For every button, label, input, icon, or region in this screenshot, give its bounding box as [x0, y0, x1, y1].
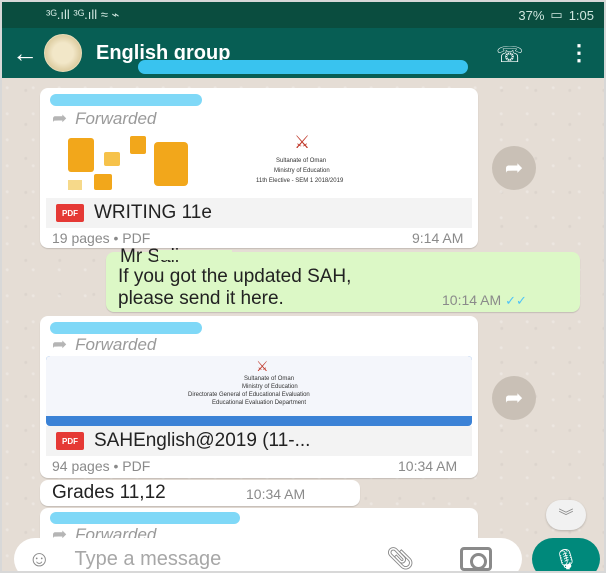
thumb-shape: [94, 174, 112, 190]
message-time: 9:14 AM: [412, 230, 464, 246]
group-avatar[interactable]: [44, 34, 82, 72]
add-call-icon[interactable]: ☏: [496, 42, 524, 68]
paperclip-icon[interactable]: 📎︎: [386, 546, 414, 571]
message-time: 10:34 AM: [246, 486, 306, 502]
message-text-content: Grades 11,12: [52, 482, 166, 503]
forward-arrow-icon: ➦: [52, 108, 68, 128]
message-time: 10:34 AM: [398, 458, 458, 474]
message-line-1: If you got the updated SAH,: [118, 266, 352, 287]
thumb-line-1: Sultanate of Oman: [244, 376, 295, 382]
thumb-line-3: Directorate General of Educational Evalu…: [188, 392, 310, 398]
message-input[interactable]: Type a message: [74, 548, 221, 571]
thumb-line-2: Ministry of Education: [242, 384, 298, 390]
document-file-row[interactable]: PDF SAHEnglish@2019 (11-...: [46, 426, 472, 456]
back-arrow-icon[interactable]: ←: [8, 38, 42, 69]
thumb-shape: [154, 142, 188, 186]
thumb-line-2: Ministry of Education: [274, 168, 330, 174]
pdf-icon: PDF: [56, 432, 84, 450]
scroll-down-icon[interactable]: ︾: [546, 500, 586, 530]
thumb-line-3: 11th Elective - SEM 1 2018/2019: [256, 178, 344, 184]
sender-redacted: [50, 322, 202, 334]
document-thumbnail[interactable]: ⚔ Sultanate of Oman Ministry of Educatio…: [46, 130, 472, 198]
chat-header[interactable]: ← English group ☏ ⋮: [2, 28, 604, 78]
message-time: 10:14 AM ✓✓: [442, 292, 527, 308]
document-file-row[interactable]: PDF WRITING 11e: [46, 198, 472, 228]
status-right: 37% ▭ 1:05: [518, 7, 594, 23]
forwarded-label: ➦ Forwarded: [52, 108, 157, 128]
more-vert-icon[interactable]: ⋮: [568, 40, 590, 66]
status-bar: ³ᴳ.ıll ³ᴳ.ıll ≈ ⌁ 37% ▭ 1:05: [2, 2, 604, 28]
message-document-sah[interactable]: ➦ Forwarded ⚔ Sultanate of Oman Ministry…: [40, 316, 478, 478]
message-document-writing[interactable]: ➦ Forwarded ⚔ Sultanate of Oman Ministry…: [40, 88, 478, 248]
oman-emblem-icon: ⚔: [294, 132, 311, 152]
message-outgoing[interactable]: Mr Sali If you got the updated SAH, plea…: [106, 246, 580, 312]
message-text[interactable]: Grades 11,12 10:34 AM: [40, 480, 360, 506]
battery-icon: ▭: [550, 7, 563, 22]
sender-redacted: [50, 512, 240, 524]
clock: 1:05: [568, 7, 594, 23]
document-meta: 94 pages • PDF: [52, 458, 151, 474]
forward-arrow-icon: ➦: [52, 334, 68, 354]
thumb-shape: [104, 152, 120, 166]
message-line-2: please send it here.: [118, 288, 284, 309]
members-redacted: [138, 60, 468, 74]
camera-icon[interactable]: [460, 547, 492, 571]
read-ticks-icon: ✓✓: [505, 293, 527, 308]
thumb-shape: [68, 180, 82, 190]
share-forward-icon[interactable]: ➦: [492, 146, 536, 190]
thumb-line-4: Educational Evaluation Department: [212, 400, 307, 406]
sender-redacted: [158, 250, 232, 260]
pdf-icon: PDF: [56, 204, 84, 222]
oman-emblem-icon: ⚔: [256, 358, 269, 374]
emoji-icon[interactable]: ☺: [28, 546, 50, 571]
document-file-name: WRITING 11e: [94, 202, 212, 223]
document-file-name: SAHEnglish@2019 (11-...: [94, 430, 311, 451]
message-input-bar[interactable]: ☺ Type a message 📎︎: [14, 538, 522, 571]
sender-redacted: [50, 94, 202, 106]
thumb-line-1: Sultanate of Oman: [276, 158, 327, 164]
mic-icon[interactable]: 🎙︎: [532, 538, 600, 571]
signal-indicators: ³ᴳ.ıll ³ᴳ.ıll ≈ ⌁: [46, 7, 120, 22]
thumb-shape: [68, 138, 94, 172]
document-thumbnail[interactable]: ⚔ Sultanate of Oman Ministry of Educatio…: [46, 356, 472, 426]
chat-screen: ³ᴳ.ıll ³ᴳ.ıll ≈ ⌁ 37% ▭ 1:05 ← English g…: [0, 0, 606, 573]
battery-percent: 37%: [518, 7, 545, 23]
forwarded-label: ➦ Forwarded: [52, 334, 157, 354]
thumb-shape: [130, 136, 146, 154]
share-forward-icon[interactable]: ➦: [492, 376, 536, 420]
document-meta: 19 pages • PDF: [52, 230, 151, 246]
